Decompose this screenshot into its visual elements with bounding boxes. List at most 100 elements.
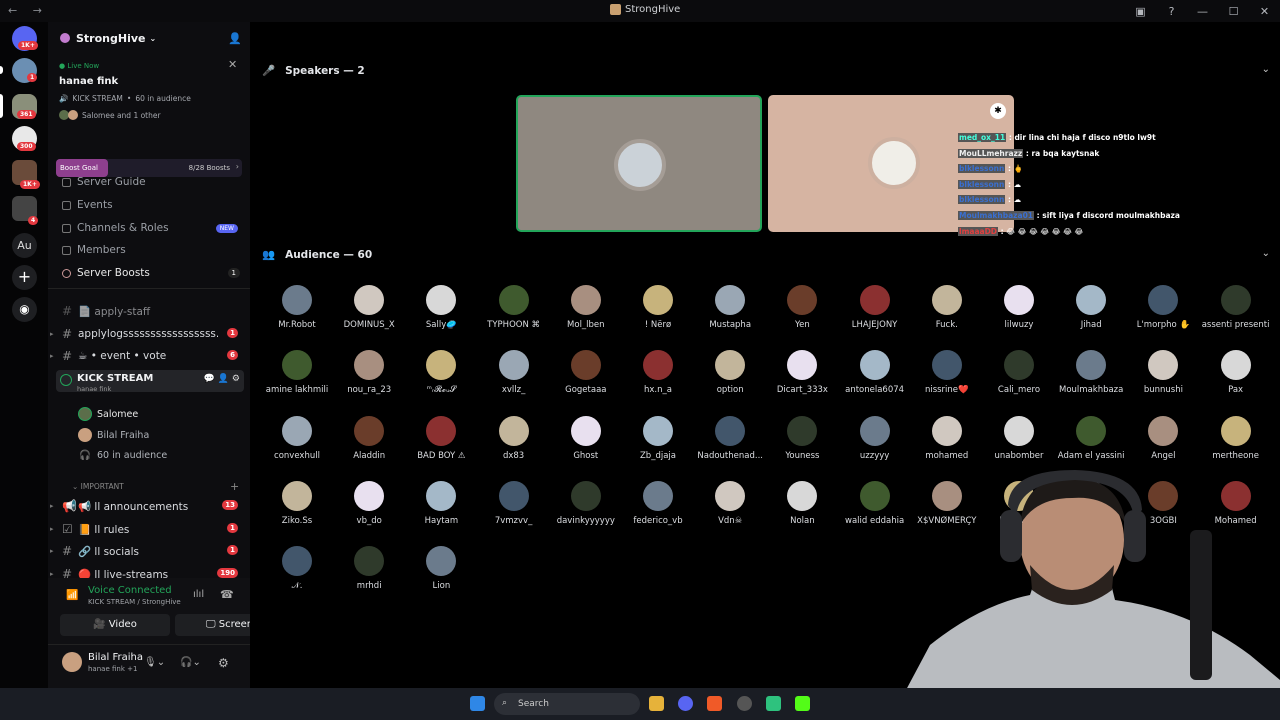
server-text-icon[interactable]: Au: [12, 233, 37, 258]
audience-member[interactable]: Haytam: [405, 480, 477, 526]
audience-member[interactable]: mrhdi: [333, 546, 405, 591]
maximize-button[interactable]: ☐: [1218, 5, 1249, 18]
mic-icon[interactable]: 🎙⌄: [144, 657, 165, 668]
audience-member[interactable]: nissrine❤️: [911, 350, 983, 395]
start-icon[interactable]: [470, 696, 485, 711]
audience-member[interactable]: xvllz_: [478, 350, 550, 395]
back-forward-arrows[interactable]: ← →: [8, 4, 48, 17]
close-button[interactable]: ✕: [1249, 5, 1280, 18]
audience-header[interactable]: 👥 Audience — 60: [262, 248, 372, 262]
avatar[interactable]: [62, 652, 82, 672]
audience-member[interactable]: Pax: [1200, 350, 1272, 395]
audience-member[interactable]: Ghost: [550, 415, 622, 461]
audience-member[interactable]: bunnushi: [1127, 350, 1199, 395]
chat-settings-icons[interactable]: 💬 👤 ⚙: [204, 374, 240, 384]
server-guide-item[interactable]: Server Guide: [62, 176, 146, 188]
members-item[interactable]: Members: [62, 244, 126, 256]
audience-member[interactable]: Lion: [405, 546, 477, 591]
audience-member[interactable]: 7vmzvv_: [478, 480, 550, 526]
audience-member[interactable]: Mustapha: [694, 285, 766, 330]
audience-member[interactable]: davinkyyyyyy: [550, 480, 622, 526]
audience-member[interactable]: BAD BOY ⚠: [405, 415, 477, 461]
audience-member[interactable]: vb_do: [333, 480, 405, 526]
audience-member[interactable]: Youness: [766, 415, 838, 461]
invite-icon[interactable]: 👤: [228, 32, 242, 45]
server-header[interactable]: StrongHive ⌄ 👤: [48, 22, 250, 54]
channel-applylogs[interactable]: ▸ # applylogsssssssssssssssss... 1: [50, 325, 242, 343]
audience-member[interactable]: Sally🥏: [405, 285, 477, 330]
audience-member[interactable]: Mol_lben: [550, 285, 622, 330]
audience-member[interactable]: assenti presenti: [1200, 285, 1272, 330]
app-icon[interactable]: [766, 696, 781, 711]
user-name[interactable]: Bilal Fraiha: [88, 652, 143, 663]
add-channel-icon[interactable]: +: [230, 480, 239, 493]
audience-member[interactable]: Cali_mero: [983, 350, 1055, 395]
audience-member[interactable]: Moulmakhbaza: [1055, 350, 1127, 395]
audience-member[interactable]: convexhull: [261, 415, 333, 461]
audience-member[interactable]: option: [694, 350, 766, 395]
audience-member[interactable]: Ziko.Ss: [261, 480, 333, 526]
voice-member[interactable]: Salomee: [78, 407, 138, 421]
video-button[interactable]: 🎥 Video: [60, 614, 170, 636]
audience-member[interactable]: amine lakhmili: [261, 350, 333, 395]
channel-socials[interactable]: ▸ # 🔗 ll socials 1: [50, 542, 242, 560]
audience-member[interactable]: ᵐᵣ𝓡𝓸ᵤ𝓢: [405, 350, 477, 395]
audience-member[interactable]: antonela6074: [839, 350, 911, 395]
audience-member[interactable]: Fuck.: [911, 285, 983, 330]
channel-event-vote[interactable]: ▸ # ☕ • event • vote 6: [50, 347, 242, 365]
disconnect-icon[interactable]: ☎: [220, 588, 234, 601]
audience-member[interactable]: Nolan: [766, 480, 838, 526]
brave-icon[interactable]: [707, 696, 722, 711]
live-now-card[interactable]: ● Live Now ✕ hanae fink 🔊 KICK STREAM • …: [48, 54, 250, 149]
audience-member[interactable]: hx.n_a: [622, 350, 694, 395]
voice-member[interactable]: Bilal Fraiha: [78, 428, 149, 442]
audience-member[interactable]: mohamed: [911, 415, 983, 461]
events-item[interactable]: Events: [62, 199, 113, 211]
audience-member[interactable]: L'morpho ✋: [1127, 285, 1199, 330]
audience-member[interactable]: 𝒩.: [261, 546, 333, 591]
speakers-header[interactable]: 🎤 Speakers — 2: [262, 64, 365, 78]
add-server-icon[interactable]: +: [12, 265, 37, 290]
audience-member[interactable]: unabomber: [983, 415, 1055, 461]
boost-goal-bar[interactable]: Boost Goal 8/28 Boosts ›: [56, 159, 242, 177]
audience-member[interactable]: Mr.Robot: [261, 285, 333, 330]
audience-member[interactable]: TYPHOON ⌘: [478, 285, 550, 330]
noise-icon[interactable]: ılıl: [193, 589, 204, 600]
voice-connected-sub[interactable]: KICK STREAM / StrongHive: [88, 598, 181, 606]
minimize-button[interactable]: —: [1187, 5, 1218, 18]
voice-channel-kick-stream[interactable]: KICK STREAM hanae fink 💬 👤 ⚙: [56, 370, 244, 393]
kick-icon[interactable]: [795, 696, 810, 711]
speaker-tile[interactable]: [516, 95, 762, 232]
audience-member[interactable]: Zb_djaja: [622, 415, 694, 461]
channel-announcements[interactable]: ▸ 📢 📢 ll announcements 13: [50, 497, 242, 515]
audience-member[interactable]: Dicart_333x: [766, 350, 838, 395]
audience-member[interactable]: Yen: [766, 285, 838, 330]
help-icon[interactable]: ?: [1156, 5, 1187, 18]
audience-member[interactable]: Vdn☠: [694, 480, 766, 526]
audience-member[interactable]: Angel: [1127, 415, 1199, 461]
channels-roles-item[interactable]: Channels & Roles NEW: [62, 222, 238, 234]
category-important[interactable]: ⌄ IMPORTANT: [72, 482, 124, 491]
headphone-icon[interactable]: 🎧⌄: [180, 657, 201, 668]
audience-count[interactable]: 🎧 60 in audience: [78, 450, 167, 461]
audience-member[interactable]: Nadouthenad...: [694, 415, 766, 461]
taskbar-search[interactable]: ⌕ Search: [494, 693, 640, 715]
channel-apply-staff[interactable]: # 📄 apply-staff: [62, 302, 242, 320]
discover-icon[interactable]: ◉: [12, 297, 37, 322]
audience-member[interactable]: lilwuzy: [983, 285, 1055, 330]
audience-member[interactable]: LHAJEJONY: [839, 285, 911, 330]
audience-member[interactable]: Aladdin: [333, 415, 405, 461]
discord-icon[interactable]: [678, 696, 693, 711]
chevron-down-icon[interactable]: ⌄: [1262, 64, 1270, 75]
audience-member[interactable]: nou_ra_23: [333, 350, 405, 395]
obs-icon[interactable]: [737, 696, 752, 711]
audience-member[interactable]: uzzyyy: [839, 415, 911, 461]
audience-member[interactable]: Adam el yassini: [1055, 415, 1127, 461]
audience-member[interactable]: DOMINUS_X: [333, 285, 405, 330]
audience-member[interactable]: dx83: [478, 415, 550, 461]
audience-member[interactable]: ! Ñërø: [622, 285, 694, 330]
chevron-down-icon[interactable]: ⌄: [1262, 248, 1270, 259]
file-explorer-icon[interactable]: [649, 696, 664, 711]
close-icon[interactable]: ✕: [228, 58, 237, 71]
audience-member[interactable]: Jihad: [1055, 285, 1127, 330]
